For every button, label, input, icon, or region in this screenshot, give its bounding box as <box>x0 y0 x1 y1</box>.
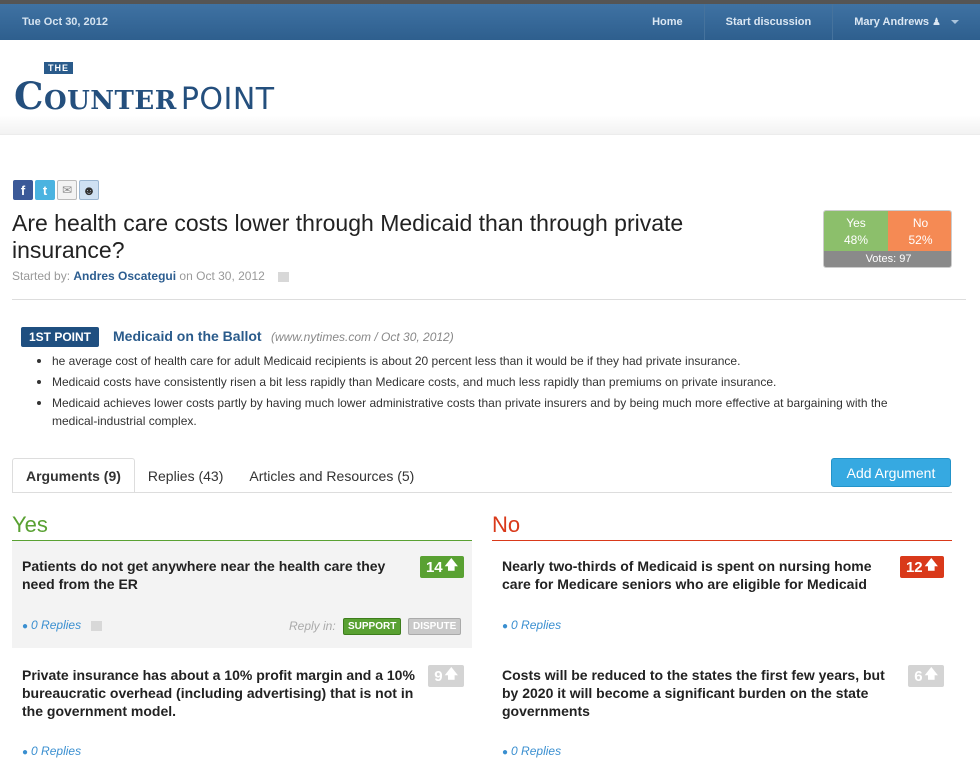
no-column-heading: No <box>492 512 521 537</box>
argument-text[interactable]: Nearly two-thirds of Medicaid is spent o… <box>502 557 897 593</box>
vote-summary: Yes 48% No 52% Votes: 97 <box>823 210 952 268</box>
list-item: he average cost of health care for adult… <box>37 352 932 370</box>
start-date: on Oct 30, 2012 <box>179 269 265 283</box>
twitter-icon[interactable]: t <box>35 180 55 200</box>
replies-link[interactable]: ● 0 Replies <box>502 618 561 632</box>
arrow-up-icon: 🡅 <box>924 666 938 681</box>
site-header: THE Counter POINT <box>0 40 980 135</box>
replies-link[interactable]: ● 0 Replies <box>22 618 103 632</box>
list-item: Medicaid achieves lower costs partly by … <box>37 394 932 430</box>
argument-score[interactable]: 6 🡅 <box>908 665 944 687</box>
replies-link[interactable]: ● 0 Replies <box>22 744 81 758</box>
argument-score[interactable]: 12 🡅 <box>899 556 944 578</box>
support-button[interactable]: SUPPORT <box>343 618 402 635</box>
reply-in-label: Reply in: <box>289 619 336 633</box>
user-icon: ♟ <box>932 16 941 28</box>
vote-no-percent: 52% <box>908 233 933 247</box>
arrow-up-icon: 🡅 <box>924 557 938 572</box>
argument-text[interactable]: Costs will be reduced to the states the … <box>502 666 897 720</box>
vote-total: Votes: 97 <box>824 251 951 267</box>
arrow-up-icon: 🡅 <box>444 557 458 572</box>
nav-start-discussion-label: Start discussion <box>725 16 812 28</box>
argument-card: Patients do not get anywhere near the he… <box>12 541 472 648</box>
vote-no-label: No <box>912 216 929 230</box>
chevron-down-icon <box>951 20 959 24</box>
comment-icon: ● <box>502 747 509 758</box>
top-navigation-bar: Tue Oct 30, 2012 Home Start discussion M… <box>0 0 980 40</box>
comment-icon: ● <box>22 747 29 758</box>
share-buttons: f t ✉ ☻ <box>13 180 99 200</box>
flag-icon[interactable] <box>278 271 290 282</box>
site-logo[interactable]: Counter POINT <box>14 74 275 118</box>
author-link[interactable]: Andres Oscategui <box>73 269 176 283</box>
vote-yes-percent: 48% <box>843 233 869 247</box>
tab-articles-resources[interactable]: Articles and Resources (5) <box>236 458 427 493</box>
score-value: 14 <box>425 558 443 576</box>
email-icon[interactable]: ✉ <box>57 180 77 200</box>
vote-yes[interactable]: Yes 48% <box>824 211 888 251</box>
logo-point: POINT <box>180 82 275 117</box>
current-date: Tue Oct 30, 2012 <box>22 16 109 28</box>
user-name: Mary Andrews <box>854 16 930 28</box>
tabs-divider <box>12 492 952 493</box>
replies-count: 0 Replies <box>511 618 562 632</box>
argument-text[interactable]: Patients do not get anywhere near the he… <box>22 557 417 593</box>
tab-replies[interactable]: Replies (43) <box>135 458 236 493</box>
nav-start-discussion[interactable]: Start discussion <box>703 4 833 40</box>
dispute-button[interactable]: DISPUTE <box>408 618 462 635</box>
argument-text[interactable]: Private insurance has about a 10% profit… <box>22 666 417 720</box>
add-argument-button[interactable]: Add Argument <box>831 458 951 487</box>
comment-icon: ● <box>22 621 29 632</box>
replies-count: 0 Replies <box>511 744 562 758</box>
yes-column-heading: Yes <box>12 512 48 537</box>
first-point-source: (www.nytimes.com / Oct 30, 2012) <box>271 330 454 344</box>
discussion-tabs: Arguments (9) Replies (43) Articles and … <box>12 458 427 493</box>
user-menu[interactable]: Mary Andrews ♟ <box>832 4 980 40</box>
reddit-icon[interactable]: ☻ <box>79 180 99 200</box>
logo-counter: Counter <box>14 74 177 118</box>
tab-arguments[interactable]: Arguments (9) <box>12 458 135 493</box>
first-point-badge: 1ST POINT <box>21 327 100 347</box>
first-point-bullets: he average cost of health care for adult… <box>37 352 932 433</box>
vote-no[interactable]: No 52% <box>888 211 951 251</box>
argument-score[interactable]: 9 🡅 <box>428 665 464 687</box>
argument-card: Nearly two-thirds of Medicaid is spent o… <box>492 541 952 648</box>
nav-home-label: Home <box>652 16 683 28</box>
argument-score[interactable]: 14 🡅 <box>419 556 464 578</box>
started-by-label: Started by: <box>12 269 71 283</box>
list-item: Medicaid costs have consistently risen a… <box>37 373 932 391</box>
score-value: 6 <box>914 667 923 685</box>
argument-card: Costs will be reduced to the states the … <box>492 650 952 767</box>
score-value: 9 <box>434 667 443 685</box>
arrow-up-icon: 🡅 <box>444 666 458 681</box>
header-divider <box>12 299 966 300</box>
nav-home[interactable]: Home <box>631 4 704 40</box>
argument-card: Private insurance has about a 10% profit… <box>12 650 472 767</box>
flag-icon[interactable] <box>91 620 103 631</box>
facebook-icon[interactable]: f <box>13 180 33 200</box>
comment-icon: ● <box>502 621 509 632</box>
vote-yes-label: Yes <box>846 216 866 230</box>
score-value: 12 <box>905 558 923 576</box>
replies-count: 0 Replies <box>31 618 82 632</box>
first-point-title[interactable]: Medicaid on the Ballot <box>113 328 262 344</box>
discussion-meta: Started by: Andres Oscategui on Oct 30, … <box>12 269 290 283</box>
main-nav: Home Start discussion Mary Andrews ♟ <box>631 4 980 40</box>
page-title: Are health care costs lower through Medi… <box>12 210 684 263</box>
logo-the: THE <box>44 62 73 74</box>
replies-link[interactable]: ● 0 Replies <box>502 744 561 758</box>
replies-count: 0 Replies <box>31 744 82 758</box>
